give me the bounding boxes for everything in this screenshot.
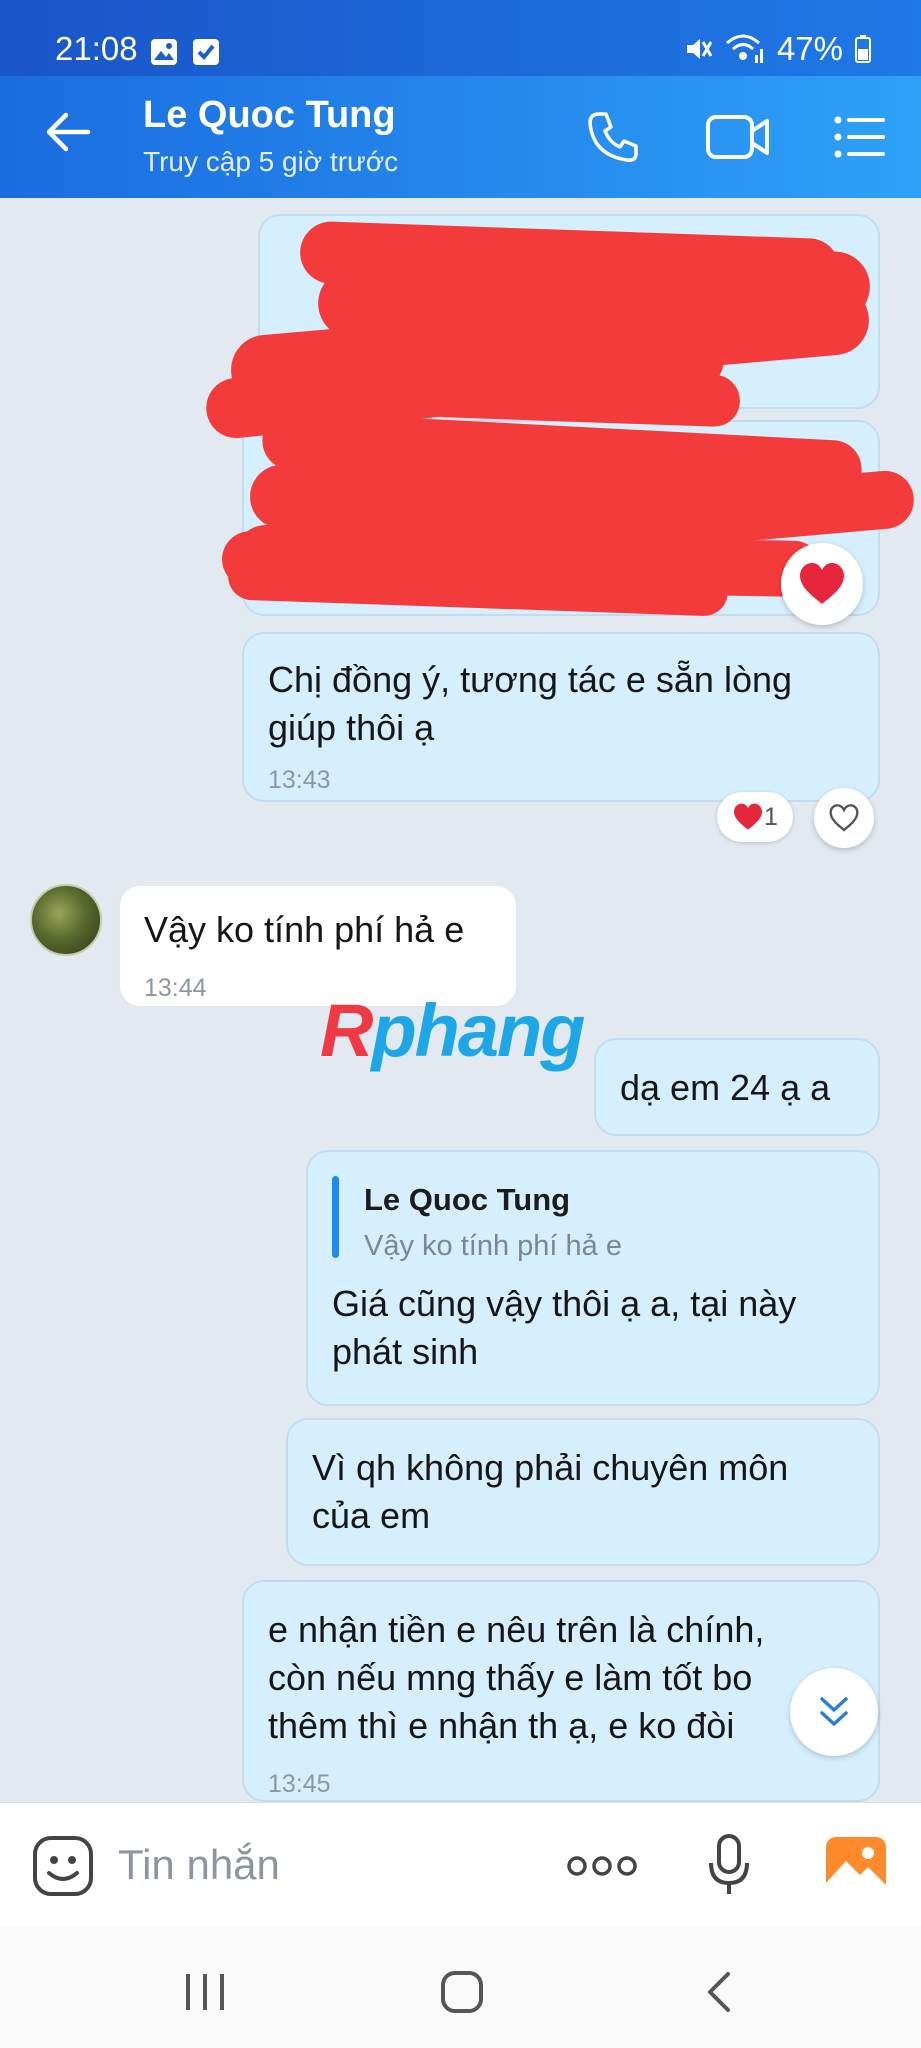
status-time: 21:08 [55,30,138,67]
heart-outline-icon [829,804,859,832]
message-time: 13:44 [144,974,207,1002]
scroll-down-icon [820,1697,848,1726]
avatar[interactable] [30,884,102,956]
message-bubble-outgoing[interactable]: Chị đồng ý, tương tác e sẵn lòng giúp th… [242,632,880,802]
message-line: Giá cũng vậy thôi ạ a, tại này [332,1283,797,1324]
watermark-logo: Rphang [320,988,585,1073]
battery-icon [855,35,871,63]
message-line: giúp thôi ạ [268,707,435,748]
nav-back-icon[interactable] [704,1970,734,2014]
list-menu-icon[interactable] [833,112,887,162]
home-icon[interactable] [440,1970,484,2014]
message-text: Vì qh không phải chuyên môn của em [312,1444,788,1540]
message-line: e nhận tiền e nêu trên là chính, [268,1609,765,1650]
message-text: Giá cũng vậy thôi ạ a, tại này phát sinh [332,1280,796,1376]
message-text: dạ em 24 ạ a [620,1064,830,1112]
message-line: dạ em 24 ạ a [620,1067,831,1108]
quote-text: Vậy ko tính phí hả e [364,1230,622,1262]
message-line: của em [312,1495,431,1536]
mute-icon [686,39,713,59]
message-time: 13:43 [268,766,331,794]
message-text: Chị đồng ý, tương tác e sẵn lòng giúp th… [268,656,792,752]
watermark-part: phang [371,989,585,1072]
status-bar: 21:08 47% [0,0,921,76]
message-list[interactable]: Chị đồng ý, tương tác e sẵn lòng giúp th… [0,198,921,1802]
watermark-part: R [320,989,373,1072]
battery-percent: 47% [776,30,843,67]
sticker-icon[interactable] [32,1835,94,1897]
reaction-count-badge[interactable]: 1 [717,792,793,842]
quote-author: Le Quoc Tung [364,1182,571,1217]
message-bubble-outgoing[interactable]: e nhận tiền e nêu trên là chính, còn nếu… [242,1580,880,1802]
phone-icon[interactable] [585,109,641,165]
wifi-signal-icon [725,34,763,63]
system-nav-bar [0,1926,921,2048]
reaction-count: 1 [764,802,778,831]
chat-header: Le Quoc Tung Truy cập 5 giờ trước [0,76,921,198]
last-seen-status: Truy cập 5 giờ trước [143,146,399,177]
quote-indicator [332,1176,339,1258]
heart-icon [800,563,844,604]
message-text: Vậy ko tính phí hả e [144,906,464,954]
message-line: thêm thì e nhận th ạ, e ko đòi [268,1705,735,1746]
microphone-icon[interactable] [707,1833,751,1897]
task-notification-icon [193,39,219,65]
recent-apps-icon[interactable] [182,1972,228,2012]
add-reaction-button[interactable] [814,788,874,848]
message-line: Vì qh không phải chuyên môn [312,1447,789,1488]
back-arrow-icon[interactable] [42,106,94,158]
heart-icon [734,803,763,830]
message-line: phát sinh [332,1331,479,1372]
message-bubble-outgoing[interactable]: Vì qh không phải chuyên môn của em [286,1418,880,1566]
message-line: Vậy ko tính phí hả e [144,909,465,950]
message-time: 13:45 [268,1770,331,1798]
message-line: còn nếu mng thấy e làm tốt bo [268,1657,753,1698]
message-composer: Tin nhắn [0,1802,921,1926]
video-call-icon[interactable] [705,112,771,162]
more-options-icon[interactable] [566,1853,638,1879]
message-bubble-reply[interactable]: Le Quoc Tung Vậy ko tính phí hả e Giá cũ… [306,1150,880,1406]
contact-name[interactable]: Le Quoc Tung [143,94,396,137]
redaction-scribble [419,364,741,428]
image-icon[interactable] [824,1835,888,1895]
heart-reaction[interactable] [781,543,863,625]
scroll-to-bottom-button[interactable] [790,1668,878,1756]
message-input[interactable]: Tin nhắn [118,1841,280,1889]
message-bubble-outgoing[interactable]: dạ em 24 ạ a [594,1038,880,1136]
message-line: Chị đồng ý, tương tác e sẵn lòng [268,659,793,700]
status-right: 47% [683,30,871,68]
message-text: e nhận tiền e nêu trên là chính, còn nếu… [268,1606,764,1750]
gallery-notification-icon [151,39,177,65]
